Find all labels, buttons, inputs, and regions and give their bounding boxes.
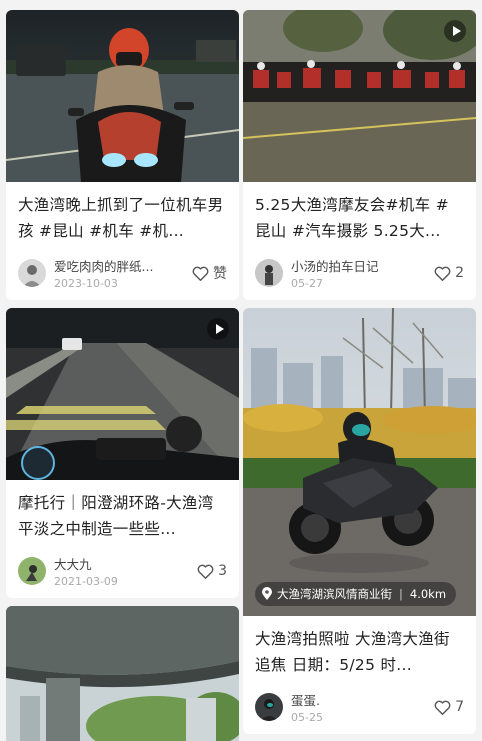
location-pin-icon — [262, 587, 272, 600]
location-name: 大渔湾湖滨风情商业街 — [277, 587, 392, 601]
author-name[interactable]: 大大九 — [54, 554, 191, 573]
feed-column-right: 5.25大渔湾摩友会#机车 #昆山 #汽车摄影 5.25大... 小汤的拍车日记… — [243, 10, 476, 741]
avatar[interactable] — [255, 259, 283, 287]
feed-column-left: 大渔湾晚上抓到了一位机车男孩 #昆山 #机车 #机... 爱吃肉肉的胖纸... … — [6, 10, 239, 741]
cover-image[interactable] — [6, 10, 239, 182]
post-date: 2023-10-03 — [54, 277, 118, 290]
post-date: 2021-03-09 — [54, 575, 118, 588]
note-title[interactable]: 摩托行｜阳澄湖环路-大渔湾 平淡之中制造一些些... — [6, 480, 239, 546]
like-button[interactable]: 3 — [197, 563, 227, 579]
like-count: 7 — [455, 699, 464, 715]
heart-outline-icon — [192, 266, 209, 281]
avatar[interactable] — [255, 693, 283, 721]
cover-image[interactable]: 大渔湾湖滨风情商业街 | 4.0km — [243, 308, 476, 616]
note-card[interactable]: 大渔湾湖滨风情商业街 | 4.0km 大渔湾拍照啦 大渔湾大渔街追焦 日期：5/… — [243, 308, 476, 734]
note-card[interactable]: 5.25大渔湾摩友会#机车 #昆山 #汽车摄影 5.25大... 小汤的拍车日记… — [243, 10, 476, 300]
note-title[interactable]: 大渔湾拍照啦 大渔湾大渔街追焦 日期：5/25 时... — [243, 616, 476, 682]
cover-image[interactable] — [6, 308, 239, 480]
heart-outline-icon — [434, 700, 451, 715]
note-card[interactable] — [6, 606, 239, 741]
like-button[interactable]: 赞 — [192, 263, 227, 283]
play-icon — [207, 318, 229, 340]
note-meta: 小汤的拍车日记 05-27 2 — [243, 248, 476, 300]
like-count: 2 — [455, 265, 464, 281]
author-name[interactable]: 小汤的拍车日记 — [291, 256, 428, 275]
like-button[interactable]: 7 — [434, 699, 464, 715]
play-icon — [444, 20, 466, 42]
location-distance: 4.0km — [409, 587, 447, 601]
cover-image[interactable] — [243, 10, 476, 182]
post-date: 05-27 — [291, 277, 323, 290]
note-title[interactable]: 大渔湾晚上抓到了一位机车男孩 #昆山 #机车 #机... — [6, 182, 239, 248]
heart-outline-icon — [434, 266, 451, 281]
cover-image[interactable] — [6, 606, 239, 741]
note-meta: 蛋蛋. 05-25 7 — [243, 682, 476, 734]
note-card[interactable]: 大渔湾晚上抓到了一位机车男孩 #昆山 #机车 #机... 爱吃肉肉的胖纸... … — [6, 10, 239, 300]
note-title[interactable]: 5.25大渔湾摩友会#机车 #昆山 #汽车摄影 5.25大... — [243, 182, 476, 248]
like-count: 3 — [218, 563, 227, 579]
author-name[interactable]: 爱吃肉肉的胖纸... — [54, 256, 186, 275]
author-block: 蛋蛋. 05-25 — [291, 690, 428, 724]
note-card[interactable]: 摩托行｜阳澄湖环路-大渔湾 平淡之中制造一些些... 大大九 2021-03-0… — [6, 308, 239, 598]
note-meta: 大大九 2021-03-09 3 — [6, 546, 239, 598]
post-date: 05-25 — [291, 711, 323, 724]
author-name[interactable]: 蛋蛋. — [291, 690, 428, 709]
avatar[interactable] — [18, 557, 46, 585]
note-meta: 爱吃肉肉的胖纸... 2023-10-03 赞 — [6, 248, 239, 300]
like-count: 赞 — [213, 266, 227, 282]
location-tag[interactable]: 大渔湾湖滨风情商业街 | 4.0km — [255, 582, 457, 606]
heart-outline-icon — [197, 564, 214, 579]
author-block: 大大九 2021-03-09 — [54, 554, 191, 588]
like-button[interactable]: 2 — [434, 265, 464, 281]
author-block: 小汤的拍车日记 05-27 — [291, 256, 428, 290]
avatar[interactable] — [18, 259, 46, 287]
author-block: 爱吃肉肉的胖纸... 2023-10-03 — [54, 256, 186, 290]
